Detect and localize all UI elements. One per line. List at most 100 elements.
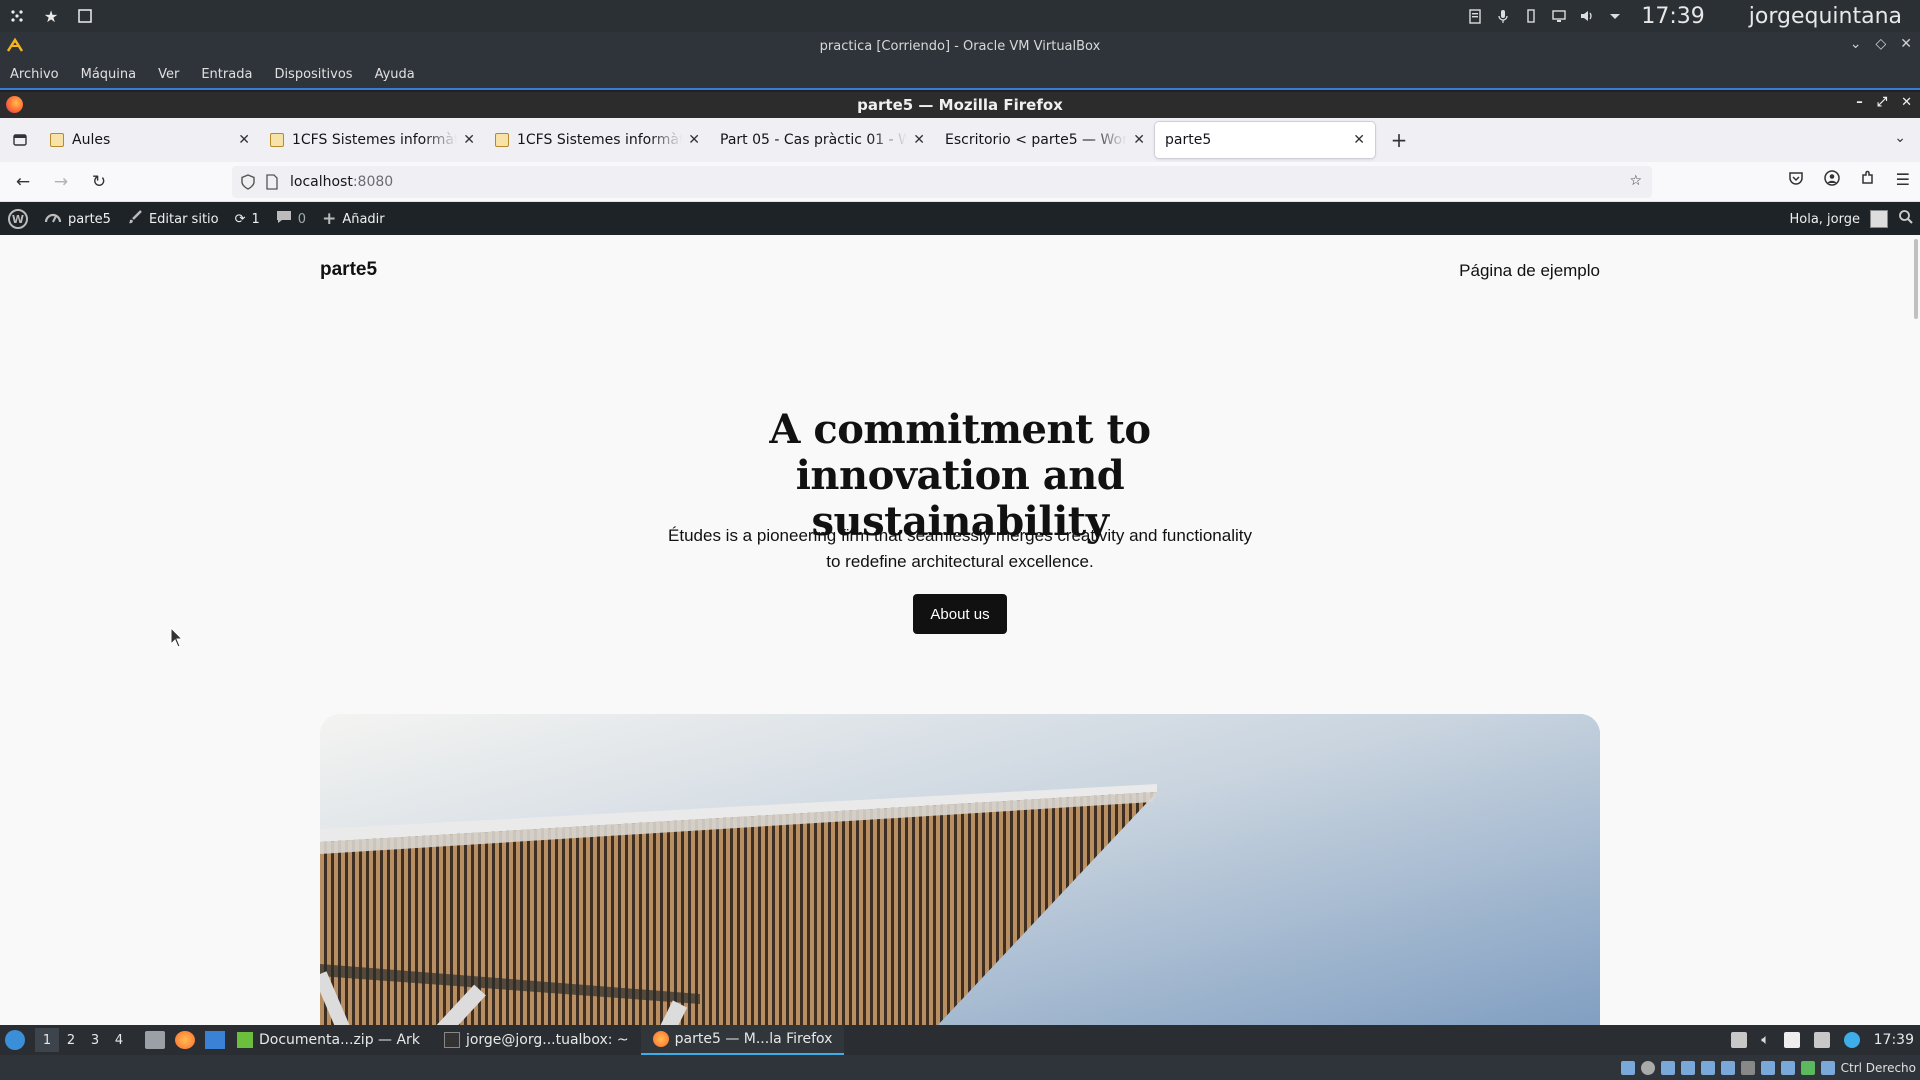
menu-entrada[interactable]: Entrada bbox=[201, 67, 252, 82]
vtx-status-icon[interactable] bbox=[1780, 1060, 1795, 1075]
firefox-view-icon[interactable] bbox=[0, 118, 40, 162]
guest-notes-icon[interactable] bbox=[1783, 1032, 1800, 1048]
task-firefox[interactable]: parte5 — M...la Firefox bbox=[640, 1025, 845, 1055]
account-icon[interactable] bbox=[1823, 170, 1840, 190]
firefox-titlebar: parte5 — Mozilla Firefox – ⤢ ✕ bbox=[0, 92, 1920, 118]
firefox-maximize-button[interactable]: ⤢ bbox=[1877, 95, 1887, 110]
file-manager-icon[interactable] bbox=[145, 1031, 165, 1049]
task-ark[interactable]: Documenta...zip — Ark bbox=[225, 1025, 432, 1055]
tab-title: 1CFS Sistemes informàtics bbox=[517, 132, 683, 148]
address-bar[interactable]: localhost:8080 ☆ bbox=[232, 166, 1652, 198]
close-tab-icon[interactable]: ✕ bbox=[913, 132, 925, 148]
kde-start-menu-icon[interactable] bbox=[5, 1030, 25, 1050]
shared-folders-status-icon[interactable] bbox=[1720, 1060, 1735, 1075]
navigation-toolbar: ← → ↻ localhost:8080 ☆ ☰ bbox=[0, 162, 1920, 202]
page-scrollbar[interactable] bbox=[1914, 239, 1918, 319]
mouse-integration-icon[interactable] bbox=[1800, 1060, 1815, 1075]
tab-aules[interactable]: Aules ✕ bbox=[40, 122, 260, 158]
new-tab-button[interactable]: + bbox=[1381, 122, 1417, 158]
wp-add-new-link[interactable]: + Añadir bbox=[314, 203, 393, 235]
user-avatar[interactable] bbox=[1870, 210, 1888, 228]
wp-site-name-link[interactable]: parte5 bbox=[36, 203, 119, 235]
bookmark-star-icon[interactable]: ☆ bbox=[1629, 173, 1642, 189]
reload-button[interactable]: ↻ bbox=[84, 167, 114, 197]
guest-clock[interactable]: 17:39 bbox=[1874, 1032, 1914, 1048]
firefox-close-button[interactable]: ✕ bbox=[1901, 95, 1912, 110]
close-tab-icon[interactable]: ✕ bbox=[1353, 132, 1365, 148]
tab-parte5-active[interactable]: parte5 ✕ bbox=[1155, 122, 1375, 158]
audio-status-icon[interactable] bbox=[1660, 1060, 1675, 1075]
host-user-menu[interactable]: jorgequintana bbox=[1749, 4, 1902, 29]
site-title-link[interactable]: parte5 bbox=[320, 259, 377, 281]
host-clock[interactable]: 17:39 bbox=[1641, 4, 1704, 29]
updates-refresh-icon: ⟳ bbox=[234, 211, 246, 227]
keyboard-status-icon[interactable] bbox=[1820, 1060, 1835, 1075]
wp-edit-site-label: Editar sitio bbox=[148, 211, 219, 227]
guest-clipboard-icon[interactable] bbox=[1731, 1032, 1748, 1048]
task-terminal[interactable]: jorge@jorg...tualbox: ~ bbox=[432, 1025, 641, 1055]
wp-greeting[interactable]: Hola, jorge bbox=[1789, 212, 1860, 227]
usb-status-icon[interactable] bbox=[1700, 1060, 1715, 1075]
network-status-icon[interactable] bbox=[1680, 1060, 1695, 1075]
network-icon[interactable] bbox=[1551, 8, 1567, 24]
favorites-star-icon[interactable]: ★ bbox=[42, 7, 60, 26]
vbox-close-button[interactable]: ✕ bbox=[1900, 36, 1912, 52]
extensions-icon[interactable] bbox=[1860, 170, 1876, 190]
tray-expand-icon[interactable] bbox=[1607, 8, 1623, 24]
tab-escritorio[interactable]: Escritorio < parte5 — WordPress ✕ bbox=[935, 122, 1155, 158]
back-button[interactable]: ← bbox=[8, 167, 38, 197]
page-icon[interactable] bbox=[264, 174, 280, 190]
wp-search-icon[interactable] bbox=[1898, 209, 1914, 229]
menu-dispositivos[interactable]: Dispositivos bbox=[274, 67, 352, 82]
vbox-maximize-button[interactable]: ◇ bbox=[1875, 36, 1886, 52]
brush-icon bbox=[127, 209, 143, 229]
wp-logo-menu[interactable]: W bbox=[0, 203, 36, 235]
usb-device-icon[interactable] bbox=[1523, 8, 1539, 24]
optical-status-icon[interactable] bbox=[1640, 1060, 1655, 1075]
about-us-button[interactable]: About us bbox=[913, 594, 1007, 634]
wp-updates-link[interactable]: ⟳ 1 bbox=[227, 203, 268, 235]
vbox-minimize-button[interactable]: ⌄ bbox=[1850, 36, 1862, 52]
recording-status-icon[interactable] bbox=[1760, 1060, 1775, 1075]
menu-ayuda[interactable]: Ayuda bbox=[375, 67, 415, 82]
display-status-icon[interactable] bbox=[1740, 1060, 1755, 1075]
terminal-launcher-icon[interactable] bbox=[205, 1031, 225, 1049]
guest-display-icon[interactable] bbox=[1813, 1032, 1830, 1048]
hero-architecture-image bbox=[320, 714, 1600, 1025]
close-tab-icon[interactable]: ✕ bbox=[688, 132, 700, 148]
shield-icon[interactable] bbox=[240, 174, 256, 190]
menu-ver[interactable]: Ver bbox=[158, 67, 179, 82]
comment-bubble-icon bbox=[276, 210, 292, 228]
clipboard-icon[interactable] bbox=[1467, 8, 1483, 24]
pocket-icon[interactable] bbox=[1788, 170, 1804, 190]
volume-icon[interactable] bbox=[1579, 8, 1595, 24]
window-overview-icon[interactable] bbox=[76, 7, 94, 25]
guest-update-icon[interactable] bbox=[1843, 1032, 1860, 1048]
nav-sample-page-link[interactable]: Página de ejemplo bbox=[1459, 261, 1600, 281]
close-tab-icon[interactable]: ✕ bbox=[463, 132, 475, 148]
menu-archivo[interactable]: Archivo bbox=[10, 67, 59, 82]
tab-sistemes-2[interactable]: 1CFS Sistemes informàtics ✕ bbox=[485, 122, 710, 158]
close-tab-icon[interactable]: ✕ bbox=[238, 132, 250, 148]
desktop-1[interactable]: 1 bbox=[35, 1028, 59, 1052]
hdd-status-icon[interactable] bbox=[1620, 1060, 1635, 1075]
firefox-minimize-button[interactable]: – bbox=[1856, 95, 1863, 110]
web-page-content: parte5 Página de ejemplo A commitment to… bbox=[0, 235, 1920, 1025]
menu-maquina[interactable]: Máquina bbox=[81, 67, 137, 82]
desktop-4[interactable]: 4 bbox=[107, 1028, 131, 1052]
wp-comments-link[interactable]: 0 bbox=[268, 203, 314, 235]
close-tab-icon[interactable]: ✕ bbox=[1133, 132, 1145, 148]
app-launcher-icon[interactable] bbox=[8, 7, 26, 25]
microphone-icon[interactable] bbox=[1495, 8, 1511, 24]
tab-title: 1CFS Sistemes informàtics bbox=[292, 132, 458, 148]
wp-edit-site-link[interactable]: Editar sitio bbox=[119, 203, 227, 235]
forward-button[interactable]: → bbox=[46, 167, 76, 197]
firefox-launcher-icon[interactable] bbox=[175, 1031, 195, 1049]
tab-part05[interactable]: Part 05 - Cas pràctic 01 - WordPress ✕ bbox=[710, 122, 935, 158]
guest-volume-icon[interactable]: 🔈︎ bbox=[1761, 1032, 1769, 1048]
desktop-3[interactable]: 3 bbox=[83, 1028, 107, 1052]
hamburger-menu-icon[interactable]: ☰ bbox=[1896, 170, 1910, 190]
tab-sistemes-1[interactable]: 1CFS Sistemes informàtics ✕ bbox=[260, 122, 485, 158]
list-all-tabs-icon[interactable]: ⌄ bbox=[1894, 130, 1906, 146]
desktop-2[interactable]: 2 bbox=[59, 1028, 83, 1052]
